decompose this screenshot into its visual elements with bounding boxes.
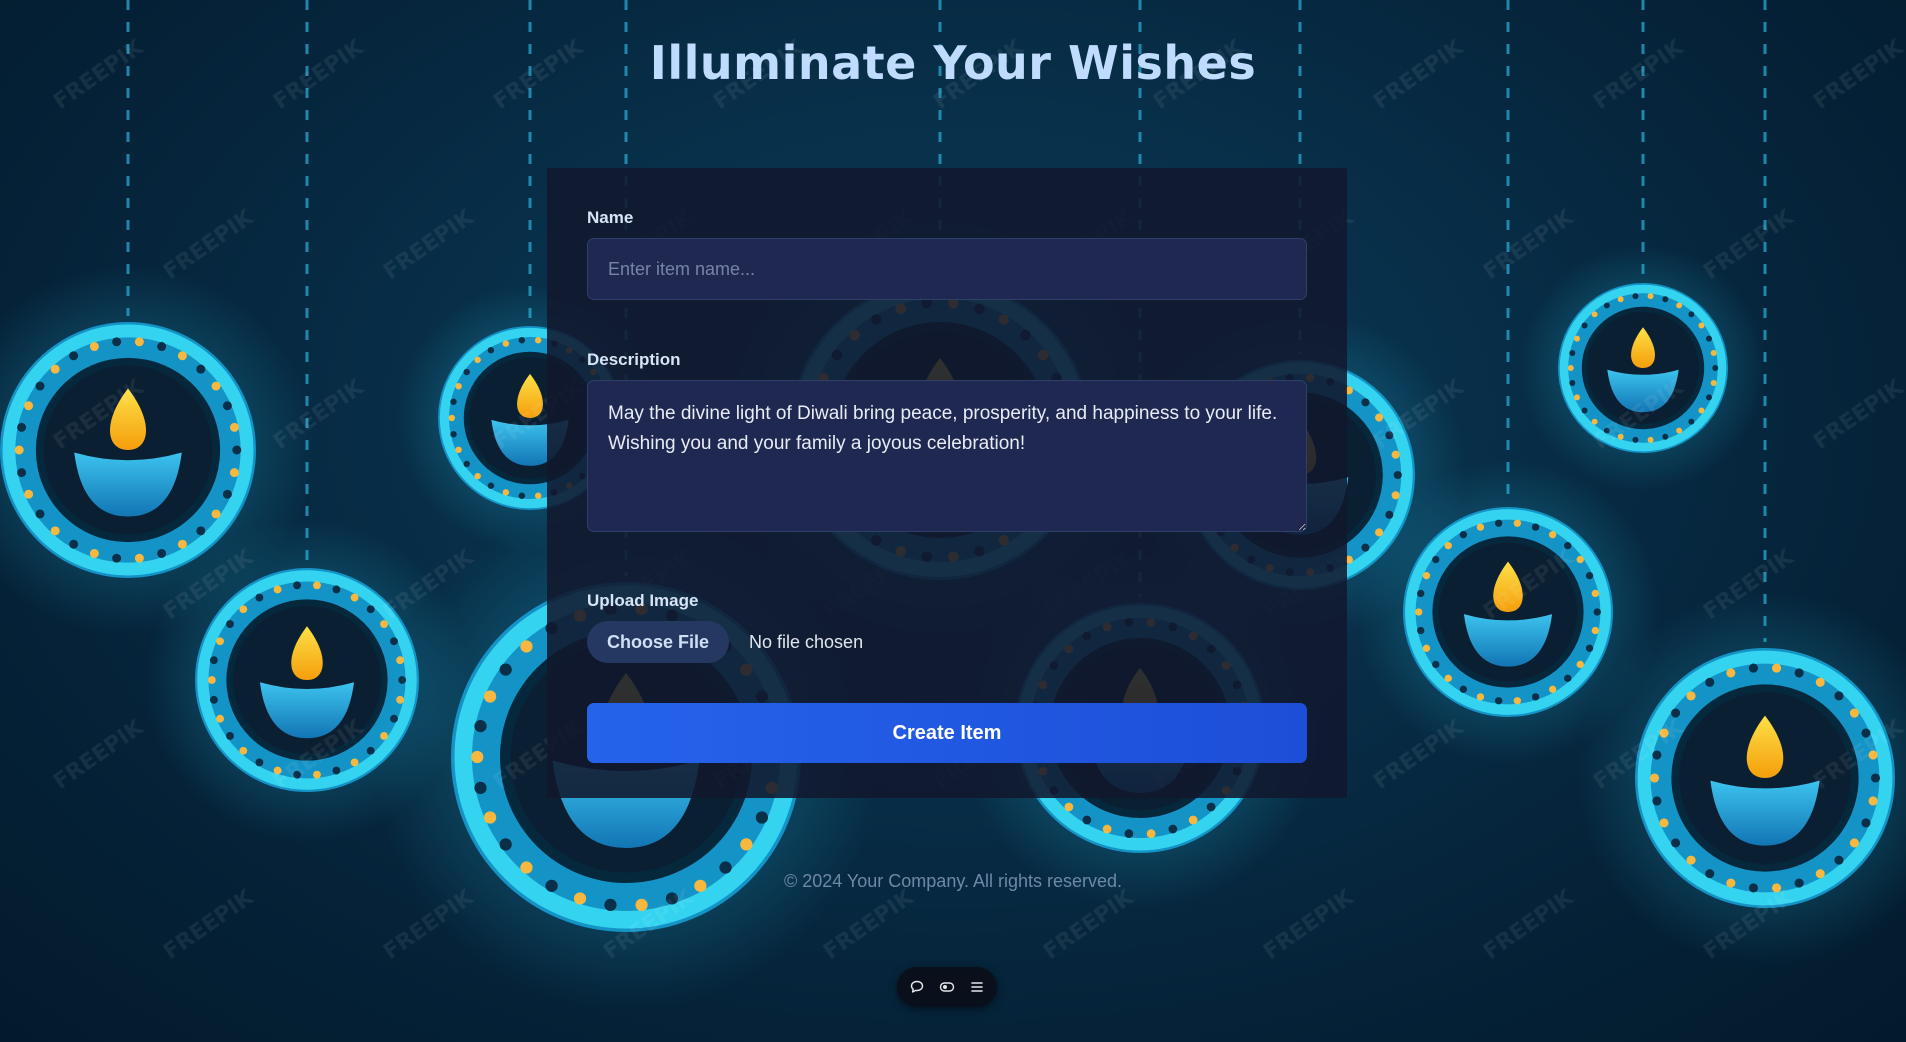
svg-text:FREEPIK: FREEPIK (379, 205, 479, 285)
menu-icon[interactable] (968, 978, 986, 996)
floating-toolbar (897, 967, 997, 1007)
svg-text:FREEPIK: FREEPIK (1809, 375, 1906, 455)
svg-text:FREEPIK: FREEPIK (49, 715, 149, 795)
svg-text:FREEPIK: FREEPIK (159, 205, 259, 285)
file-status: No file chosen (749, 631, 864, 652)
create-item-button[interactable]: Create Item (587, 703, 1307, 763)
description-textarea[interactable]: May the divine light of Diwali bring pea… (587, 380, 1307, 532)
svg-text:FREEPIK: FREEPIK (1479, 885, 1579, 965)
file-upload: Choose File No file chosen (587, 621, 1307, 663)
upload-image-label: Upload Image (587, 591, 699, 610)
name-input[interactable] (587, 238, 1307, 300)
diya-lamp-icon (1519, 244, 1767, 492)
svg-text:FREEPIK: FREEPIK (1479, 205, 1579, 285)
create-item-form: Name Description May the divine light of… (547, 168, 1347, 798)
eye-toggle-icon[interactable] (938, 978, 956, 996)
name-label: Name (587, 208, 634, 227)
page-title: Illuminate Your Wishes (649, 36, 1257, 90)
description-label: Description (587, 350, 681, 369)
svg-text:FREEPIK: FREEPIK (159, 885, 259, 965)
svg-text:FREEPIK: FREEPIK (1699, 205, 1799, 285)
choose-file-button[interactable]: Choose File (587, 621, 730, 663)
footer-copyright: © 2024 Your Company. All rights reserved… (783, 871, 1123, 891)
comment-icon[interactable] (908, 978, 926, 996)
svg-text:FREEPIK: FREEPIK (1259, 885, 1359, 965)
